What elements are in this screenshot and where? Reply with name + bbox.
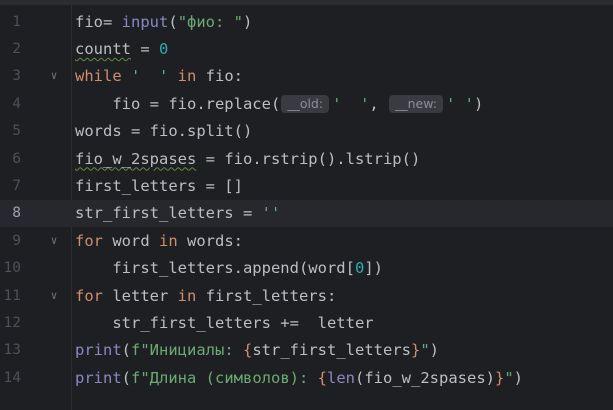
line-number: 5 xyxy=(12,123,21,140)
code-text[interactable]: fio= input("фио: ") xyxy=(75,13,252,31)
code-text[interactable]: first_letters.append(word[0]) xyxy=(75,259,383,277)
param-hint-new: __new: xyxy=(389,95,443,114)
code-text[interactable]: str_first_letters += letter xyxy=(75,314,373,332)
code-line-11[interactable]: 11 ∨ for letter in first_letters: xyxy=(0,282,613,309)
line-number: 6 xyxy=(12,150,21,167)
line-number: 4 xyxy=(12,95,21,112)
code-text[interactable]: fio_w_2spases = fio.rstrip().lstrip() xyxy=(75,150,420,168)
code-text[interactable]: for letter in first_letters: xyxy=(75,287,336,305)
code-line-12[interactable]: 12 str_first_letters += letter xyxy=(0,309,613,336)
code-editor[interactable]: 1 fio= input("фио: ") 2 countt = 0 3 ∨ w… xyxy=(0,0,613,410)
chevron-down-icon[interactable]: ∨ xyxy=(48,289,60,302)
code-line-8[interactable]: 8 str_first_letters = '' xyxy=(0,199,613,228)
editor-top-border xyxy=(0,0,613,5)
code-text[interactable]: print(f"Длина (символов): {len(fio_w_2sp… xyxy=(75,369,523,387)
chevron-down-icon[interactable]: ∨ xyxy=(48,70,60,82)
line-number: 14 xyxy=(3,369,21,386)
code-text[interactable]: words = fio.split() xyxy=(75,122,252,140)
code-line-13[interactable]: 13 print(f"Инициалы: {str_first_letters}… xyxy=(0,337,613,364)
code-text[interactable]: first_letters = [] xyxy=(75,177,243,195)
code-text[interactable]: str_first_letters = '' xyxy=(75,204,280,222)
code-line-14[interactable]: 14 print(f"Длина (символов): {len(fio_w_… xyxy=(0,364,613,391)
line-number: 3 xyxy=(12,68,21,85)
code-text[interactable]: while ' ' in fio: xyxy=(75,67,243,85)
code-line-4[interactable]: 4 fio = fio.replace(__old: ' ', __new: ' '… xyxy=(0,90,613,117)
line-number: 10 xyxy=(3,260,21,277)
code-text[interactable]: for word in words: xyxy=(75,232,243,250)
code-line-5[interactable]: 5 words = fio.split() xyxy=(0,118,613,145)
line-number: 13 xyxy=(3,342,21,359)
code-line-6[interactable]: 6 fio_w_2spases = fio.rstrip().lstrip() xyxy=(0,145,613,172)
code-line-9[interactable]: 9 ∨ for word in words: xyxy=(0,227,613,254)
code-line-7[interactable]: 7 first_letters = [] xyxy=(0,172,613,199)
chevron-down-icon[interactable]: ∨ xyxy=(48,234,60,247)
code-text[interactable]: print(f"Инициалы: {str_first_letters}") xyxy=(75,341,439,359)
param-hint-old: __old: xyxy=(281,95,330,114)
line-number: 12 xyxy=(3,315,21,332)
code-line-3[interactable]: 3 ∨ while ' ' in fio: xyxy=(0,63,613,90)
code-line-10[interactable]: 10 first_letters.append(word[0]) xyxy=(0,255,613,282)
code-text[interactable]: countt = 0 xyxy=(75,40,168,58)
line-number: 8 xyxy=(12,205,21,222)
line-number: 2 xyxy=(12,41,21,58)
line-number: 9 xyxy=(12,232,21,249)
line-number: 7 xyxy=(12,178,21,195)
line-number: 1 xyxy=(12,13,21,30)
line-number: 11 xyxy=(3,287,21,304)
code-line-2[interactable]: 2 countt = 0 xyxy=(0,35,613,62)
code-line-1[interactable]: 1 fio= input("фио: ") xyxy=(0,8,613,35)
code-text[interactable]: fio = fio.replace(__old: ' ', __new: ' ') xyxy=(75,95,483,114)
